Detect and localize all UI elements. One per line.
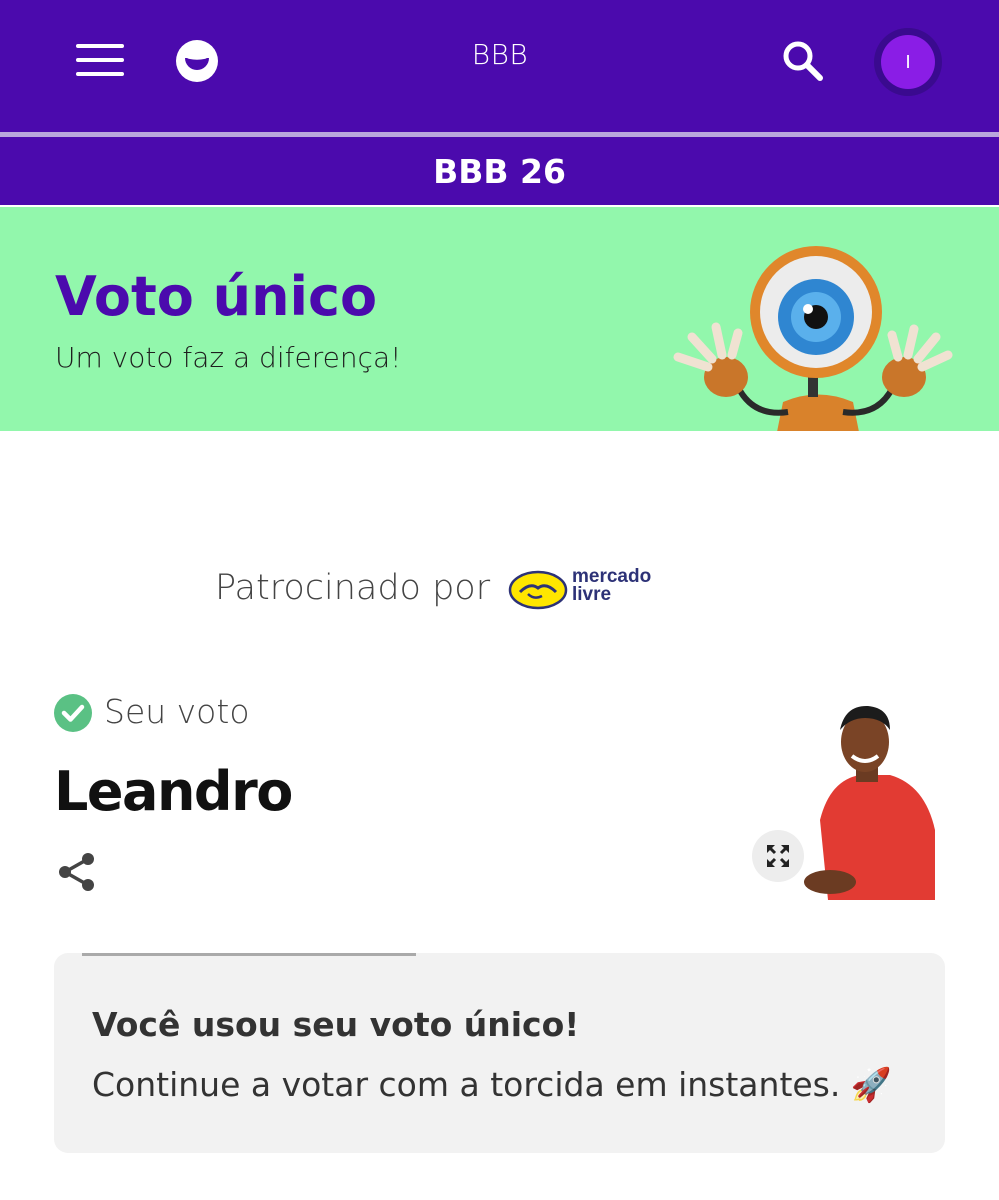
voto-unico-banner: Voto único Um voto faz a diferença! <box>0 207 999 431</box>
check-circle-icon <box>54 694 92 732</box>
countdown-progress <box>82 953 917 956</box>
menu-icon-bar <box>76 44 124 48</box>
section-header[interactable]: BBB 26 <box>0 137 999 205</box>
share-icon[interactable] <box>56 850 100 894</box>
mercado-livre-logo[interactable]: mercado livre <box>508 566 668 614</box>
top-bar: BBB I <box>0 0 999 132</box>
menu-button[interactable] <box>76 42 124 78</box>
vote-used-card: Você usou seu voto único! Continue a vot… <box>54 953 945 1153</box>
countdown-progress-fill <box>82 953 416 956</box>
big-brother-eye-mascot-icon <box>673 246 953 431</box>
search-icon[interactable] <box>778 36 828 86</box>
card-title: Você usou seu voto único! <box>92 1005 580 1044</box>
menu-icon-bar <box>76 72 124 76</box>
candidate-name: Leandro <box>54 760 293 823</box>
user-avatar[interactable]: I <box>874 28 942 96</box>
globo-logo-icon[interactable] <box>176 40 218 82</box>
avatar-initial: I <box>881 35 935 89</box>
brand-line-2: livre <box>572 584 612 605</box>
page-title: BBB <box>471 38 529 71</box>
handshake-logo-icon <box>508 570 568 610</box>
vote-status-label: Seu voto <box>104 692 250 731</box>
candidate-photo <box>804 705 935 900</box>
banner-title: Voto único <box>55 265 378 328</box>
card-message: Continue a votar com a torcida em instan… <box>92 1065 892 1104</box>
brand-name: mercado livre <box>572 567 651 605</box>
banner-subtitle: Um voto faz a diferença! <box>55 341 402 374</box>
expand-icon <box>767 845 789 867</box>
menu-icon-bar <box>76 58 124 62</box>
expand-photo-button[interactable] <box>752 830 804 882</box>
sponsor-label: Patrocinado por <box>215 568 491 608</box>
